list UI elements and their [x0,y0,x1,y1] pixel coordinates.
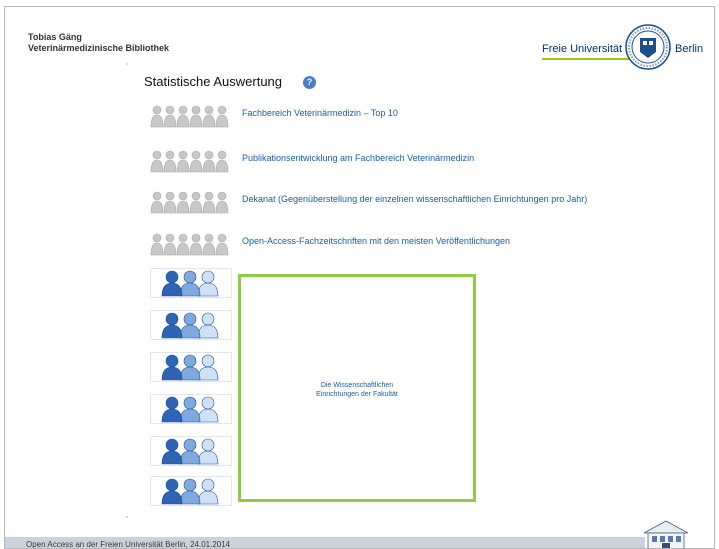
author-block: Tobias Gäng Veterinärmedizinische Biblio… [28,32,169,54]
section-title: Statistische Auswertung [144,74,283,89]
divider-mark [126,63,128,65]
institutions-box-line1: Die Wissenschaftlichen [320,382,394,389]
university-seal-icon [625,24,671,70]
fu-berlin-logo: Freie Universität Berlin [541,24,714,72]
people-group-blue-icon[interactable] [150,476,232,506]
institutions-box-caption[interactable]: Die Wissenschaftlichen Einrichtungen der… [241,381,473,399]
author-name: Tobias Gäng [28,32,82,42]
institutions-box[interactable]: Die Wissenschaftlichen Einrichtungen der… [238,274,476,502]
institutions-box-line2: Einrichtungen der Fakultät [316,391,398,398]
help-icon[interactable]: ? [303,76,316,89]
people-group-grey-icon [150,233,229,256]
link-open-access-zeitschriften[interactable]: Open-Access-Fachzeitschriften mit den me… [242,236,510,246]
people-group-grey-icon [150,150,229,173]
logo-text-right: Berlin [675,43,704,55]
divider-mark [126,516,128,518]
people-group-blue-icon[interactable] [150,268,232,298]
footer-text: Open Access an der Freien Universität Be… [26,540,231,549]
people-group-grey-icon [150,191,229,214]
logo-text-left: Freie Universität [542,43,623,55]
people-group-blue-icon[interactable] [150,394,232,424]
people-group-blue-icon[interactable] [150,352,232,382]
people-group-grey-icon [150,105,229,128]
link-publikationsentwicklung[interactable]: Publikationsentwicklung am Fachbereich V… [242,153,474,163]
footer-bar: Open Access an der Freien Universität Be… [5,537,645,549]
slide: Tobias Gäng Veterinärmedizinische Biblio… [4,6,715,549]
library-building-icon [643,520,689,548]
link-fachbereich-top10[interactable]: Fachbereich Veterinärmedizin – Top 10 [242,108,398,118]
link-dekanat[interactable]: Dekanat (Gegenüberstellung der einzelnen… [242,194,587,204]
author-affiliation: Veterinärmedizinische Bibliothek [28,43,170,53]
logo-underline [542,58,629,60]
people-group-blue-icon[interactable] [150,436,232,466]
people-group-blue-icon[interactable] [150,310,232,340]
